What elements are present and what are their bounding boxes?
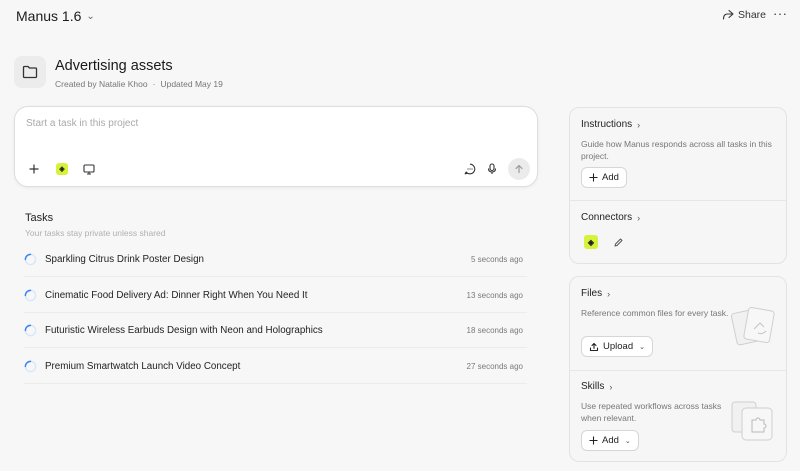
- tasks-heading: Tasks: [25, 212, 54, 224]
- divider: [570, 370, 786, 371]
- chevron-right-icon: ›: [637, 212, 641, 223]
- task-composer: ◈: [14, 106, 538, 187]
- upload-label: Upload: [603, 341, 634, 352]
- computer-button[interactable]: [79, 159, 99, 179]
- files-heading[interactable]: Files ›: [581, 288, 610, 299]
- chevron-down-icon: ⌄: [624, 437, 631, 445]
- task-row[interactable]: Sparkling Citrus Drink Poster Design 5 s…: [24, 242, 527, 277]
- meta-separator: ·: [152, 79, 156, 89]
- task-time: 13 seconds ago: [466, 290, 524, 300]
- instructions-heading[interactable]: Instructions ›: [581, 119, 640, 130]
- monitor-icon: [83, 163, 95, 175]
- files-illustration-icon: [731, 306, 775, 346]
- connector-button[interactable]: ◈: [52, 159, 72, 179]
- project-updated: Updated May 19: [160, 79, 223, 89]
- microphone-icon: [487, 163, 497, 174]
- task-time: 18 seconds ago: [466, 325, 524, 335]
- task-row[interactable]: Premium Smartwatch Launch Video Concept …: [24, 349, 527, 384]
- task-time: 27 seconds ago: [466, 361, 524, 371]
- instructions-description: Guide how Manus responds across all task…: [581, 139, 772, 161]
- project-resources-panel: Files › Reference common files for every…: [569, 276, 787, 462]
- task-row[interactable]: Cinematic Food Delivery Ad: Dinner Right…: [24, 278, 527, 313]
- project-title: Advertising assets: [55, 58, 173, 74]
- instructions-title: Instructions: [581, 119, 633, 130]
- skills-heading[interactable]: Skills ›: [581, 381, 612, 392]
- files-description: Reference common files for every task.: [581, 308, 729, 318]
- chevron-right-icon: ›: [637, 119, 641, 130]
- project-settings-panel: Instructions › Guide how Manus responds …: [569, 107, 787, 264]
- add-label: Add: [602, 172, 619, 183]
- app-title: Manus 1.6: [16, 8, 82, 24]
- project-creator: Created by Natalie Khoo: [55, 79, 148, 89]
- chevron-right-icon: ›: [609, 381, 613, 392]
- plus-icon: [589, 436, 598, 445]
- add-label: Add: [602, 435, 619, 446]
- share-button[interactable]: Share: [722, 9, 766, 21]
- chevron-right-icon: ›: [607, 288, 611, 299]
- task-row[interactable]: Futuristic Wireless Earbuds Design with …: [24, 313, 527, 348]
- add-attachment-button[interactable]: [24, 159, 44, 179]
- task-title: Cinematic Food Delivery Ad: Dinner Right…: [45, 289, 308, 301]
- task-title: Sparkling Citrus Drink Poster Design: [45, 253, 204, 265]
- share-label: Share: [738, 9, 767, 21]
- share-icon: [722, 9, 734, 20]
- arrow-up-icon: [515, 164, 523, 174]
- tasks-subtitle: Your tasks stay private unless shared: [25, 228, 166, 238]
- task-time: 5 seconds ago: [470, 254, 523, 264]
- loading-spinner-icon: [24, 324, 37, 336]
- edit-connectors-button[interactable]: [611, 235, 625, 249]
- connectors-title: Connectors: [581, 212, 633, 223]
- model-selector[interactable]: Manus 1.6 ⌄: [16, 8, 95, 24]
- plus-icon: [29, 164, 39, 174]
- chevron-down-icon: ⌄: [639, 343, 645, 351]
- voice-input-button[interactable]: [482, 159, 502, 179]
- folder-icon: [14, 56, 46, 88]
- chat-mode-button[interactable]: [460, 159, 480, 179]
- connector-badge-icon[interactable]: ◈: [584, 235, 598, 249]
- project-meta: Created by Natalie Khoo · Updated May 19: [55, 79, 223, 89]
- divider: [570, 200, 786, 201]
- more-options-icon[interactable]: ···: [773, 6, 788, 21]
- add-instructions-button[interactable]: Add: [581, 167, 627, 188]
- chat-bubble-icon: [464, 163, 476, 175]
- loading-spinner-icon: [24, 253, 37, 265]
- task-input[interactable]: [26, 118, 506, 129]
- plus-icon: [589, 173, 598, 182]
- add-skill-button[interactable]: Add ⌄: [581, 430, 639, 451]
- files-title: Files: [581, 288, 603, 299]
- skills-title: Skills: [581, 381, 605, 392]
- loading-spinner-icon: [24, 289, 37, 301]
- send-button[interactable]: [508, 158, 530, 180]
- upload-files-button[interactable]: Upload ⌄: [581, 336, 653, 357]
- upload-icon: [589, 342, 599, 351]
- pencil-icon: [614, 238, 622, 246]
- chevron-down-icon: ⌄: [86, 10, 95, 22]
- task-title: Premium Smartwatch Launch Video Concept: [45, 360, 241, 372]
- connectors-heading[interactable]: Connectors ›: [581, 212, 640, 223]
- connector-badge-icon: ◈: [56, 163, 68, 175]
- skills-description: Use repeated workflows across tasks when…: [581, 401, 722, 423]
- skills-illustration-icon: [731, 401, 773, 441]
- task-title: Futuristic Wireless Earbuds Design with …: [45, 324, 323, 336]
- loading-spinner-icon: [24, 360, 37, 372]
- top-bar: Manus 1.6 ⌄ Share ···: [0, 0, 800, 34]
